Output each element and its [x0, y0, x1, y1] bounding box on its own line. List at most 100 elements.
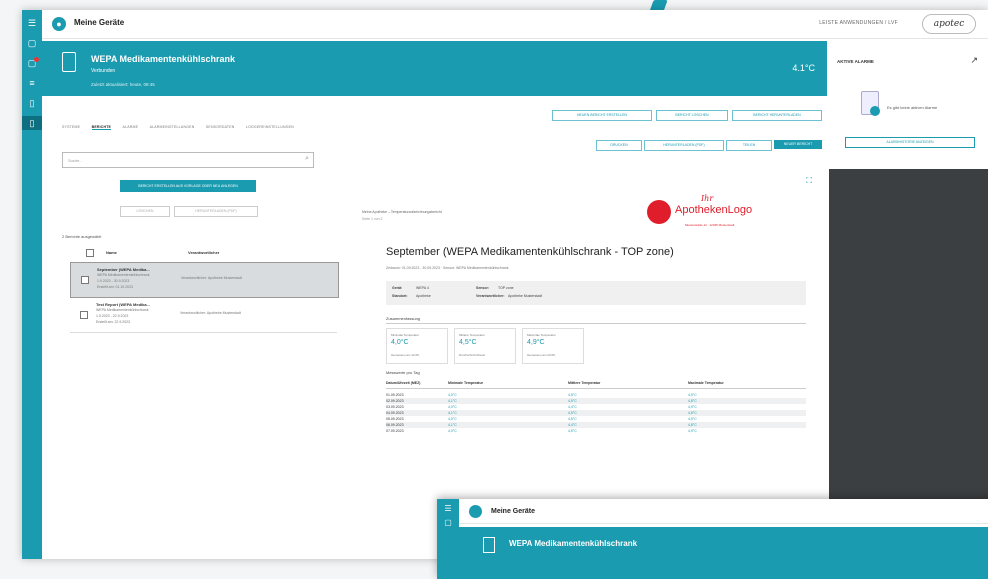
tablet-icon[interactable]: ▢ [22, 36, 42, 50]
download-pdf-button[interactable]: HERUNTERLADEN (PDF) [644, 140, 724, 151]
row-checkbox[interactable] [81, 276, 89, 284]
table-cell: 06.09.2023 [386, 423, 404, 427]
table-cell: 01.09.2023 [386, 393, 404, 397]
info-value: TOP zone [498, 286, 514, 290]
table-cell: 4,9°C [688, 393, 697, 397]
table-cell: 4,9°C [688, 429, 697, 433]
second-page-title: Meine Geräte [491, 508, 535, 515]
table-cell: 07.09.2023 [386, 429, 404, 433]
daily-heading: Messwerte pro Tag [386, 370, 420, 375]
apotec-logo: apotec [922, 14, 976, 34]
item-owner: Verantwortlicher: Apotheke Musterstadt [180, 311, 241, 315]
tab-alarme[interactable]: ALARME [123, 125, 139, 129]
device-status: Verbunden [91, 68, 116, 74]
item-period: 1.9.2023 - 30.9.2023 [97, 279, 130, 283]
row-checkbox[interactable] [80, 311, 88, 319]
table-cell: 02.09.2023 [386, 399, 404, 403]
search-field[interactable]: Suche... ⌕ [62, 152, 314, 168]
second-window: ☰ ▢ Meine Geräte WEPA Medikamentenkühlsc… [437, 499, 988, 579]
table-cell: 4,5°C [568, 411, 577, 415]
fridge-icon [483, 537, 495, 553]
item-title: September (WEPA Medika... [97, 267, 150, 272]
search-icon[interactable]: ⌕ [305, 155, 309, 163]
page-title: Meine Geräte [74, 18, 125, 27]
alarm-card: AKTIVE ALARME ↗ Es gibt keine aktiven Al… [829, 41, 988, 169]
table-cell: 4,0°C [448, 405, 457, 409]
list-header: Name Verantwortlicher [62, 246, 337, 260]
new-report-button[interactable]: NEUER BERICHT [774, 140, 822, 149]
table-cell: 4,1°C [448, 411, 457, 415]
list-icon[interactable]: ≡ [22, 76, 42, 90]
create-from-template-button[interactable]: BERICHT ERSTELLEN AUS VORLAGE ODER NEU A… [120, 180, 256, 192]
tab-sensordaten[interactable]: SENSORDATEN [206, 125, 235, 129]
delete-report-button[interactable]: BERICHT LÖSCHEN [656, 110, 728, 121]
menu-icon[interactable]: ☰ [437, 504, 459, 513]
table-head-cell: Maximale Temperatur [688, 381, 724, 385]
table-head-cell: Minimale Temperatur [448, 381, 483, 385]
file-icon[interactable]: ▯ [22, 96, 42, 110]
list-item[interactable]: September (WEPA Medika... WEPA Medikamen… [70, 262, 339, 298]
report-meta: Meine Apotheke – Temperaturaufzeichnungs… [362, 210, 442, 214]
list-download-button[interactable]: HERUNTERLADEN (PDF) [174, 206, 258, 217]
tab-systeme[interactable]: SYSTEME [62, 125, 80, 129]
device-header: WEPA Medikamentenkühlschrank Verbunden Z… [42, 41, 827, 96]
menu-icon[interactable]: ☰ [22, 16, 42, 30]
table-cell: 4,0°C [448, 429, 457, 433]
info-key: Verantwortlicher: [476, 294, 505, 298]
tablet-icon[interactable]: ▢ [437, 518, 459, 527]
logo-text: ApothekenLogo [675, 204, 753, 216]
avg-temp-card: Mittlere Temperatur 4,5°C Durchschnitt M… [454, 328, 516, 364]
app-logo-icon[interactable] [469, 505, 482, 518]
share-button[interactable]: TEILEN [726, 140, 772, 151]
alarm-message: Es gibt keine aktiven Alarme [887, 105, 938, 110]
device-icon[interactable]: ▯ [22, 116, 42, 130]
alarm-history-button[interactable]: ALARMHISTORIE ANZEIGEN [845, 137, 975, 148]
table-cell: 4,5°C [568, 393, 577, 397]
create-report-button[interactable]: NEUEN BERICHT ERSTELLEN [552, 110, 652, 121]
card-label: Maximale Temperatur [527, 333, 556, 337]
device-temperature: 4.1°C [792, 63, 815, 73]
tab-berichte[interactable]: BERICHTE [91, 125, 112, 130]
col-name: Name [106, 250, 117, 255]
table-cell: 05.09.2023 [386, 417, 404, 421]
no-alarm-illustration-icon [861, 91, 880, 116]
print-button[interactable]: DRUCKEN [596, 140, 642, 151]
table-head-cell: Datum/Uhrzeit (MEZ) [386, 381, 421, 385]
app-logo-icon[interactable]: ● [52, 17, 66, 31]
external-link-icon[interactable]: ↗ [970, 55, 978, 66]
list-delete-button[interactable]: LÖSCHEN [120, 206, 170, 217]
table-cell: 4,5°C [568, 399, 577, 403]
table-cell: 4,4°C [568, 423, 577, 427]
min-temp-card: Minimale Temperatur 4,0°C Gemessen am 12… [386, 328, 448, 364]
select-all-checkbox[interactable] [86, 249, 94, 257]
search-placeholder: Suche... [68, 158, 83, 163]
table-cell: 4,8°C [688, 411, 697, 415]
second-side-rail: ☰ ▢ [437, 499, 459, 579]
second-device-name: WEPA Medikamentenkühlschrank [509, 539, 638, 548]
table-cell: 4,8°C [688, 423, 697, 427]
tab-loggereinstellungen[interactable]: LOGGEREINSTELLUNGEN [246, 125, 294, 129]
table-cell: 04.09.2023 [386, 411, 404, 415]
user-label[interactable]: LEISTE ANWENDUNGEN / LVF [819, 20, 898, 26]
fridge-icon [62, 52, 76, 72]
pharmacy-logo: Ihr ApothekenLogo Musterstraße 12 · 1234… [647, 192, 807, 237]
alarm-icon[interactable]: ▢ [22, 56, 42, 70]
card-foot: Gemessen am 23.09. [527, 353, 556, 357]
fullscreen-icon[interactable]: ⛶ [806, 176, 812, 186]
device-subtitle: Zuletzt aktualisiert: heute, 08:45 [91, 82, 155, 87]
tab-bar: SYSTEME BERICHTE ALARME ALARMEINSTELLUNG… [62, 115, 301, 133]
card-value: 4,5°C [459, 339, 477, 346]
info-value: Apotheke [416, 294, 431, 298]
report-page: Seite 1 von 2 [362, 217, 383, 221]
second-top-bar: Meine Geräte [459, 499, 988, 524]
device-name: WEPA Medikamentenkühlschrank [91, 54, 236, 64]
download-report-button[interactable]: BERICHT HERUNTERLADEN [732, 110, 822, 121]
tab-alarmeinstellungen[interactable]: ALARMEINSTELLUNGEN [150, 125, 195, 129]
report-info-box: Gerät: WEPA 4 Standort: Apotheke Sensor:… [386, 281, 806, 305]
app-window: ☰ ▢ ▢ ≡ ▯ ▯ ● Meine Geräte LEISTE ANWEND… [22, 10, 988, 559]
item-created: Erstellt am: 22.9.2023 [96, 320, 131, 324]
list-item[interactable]: Test Report (WEPA Medika... WEPA Medikam… [70, 298, 337, 333]
daily-table: Datum/Uhrzeit (MEZ) Minimale Temperatur … [386, 380, 806, 434]
info-value: Apotheke Musterstadt [508, 294, 543, 298]
table-cell: 03.09.2023 [386, 405, 404, 409]
